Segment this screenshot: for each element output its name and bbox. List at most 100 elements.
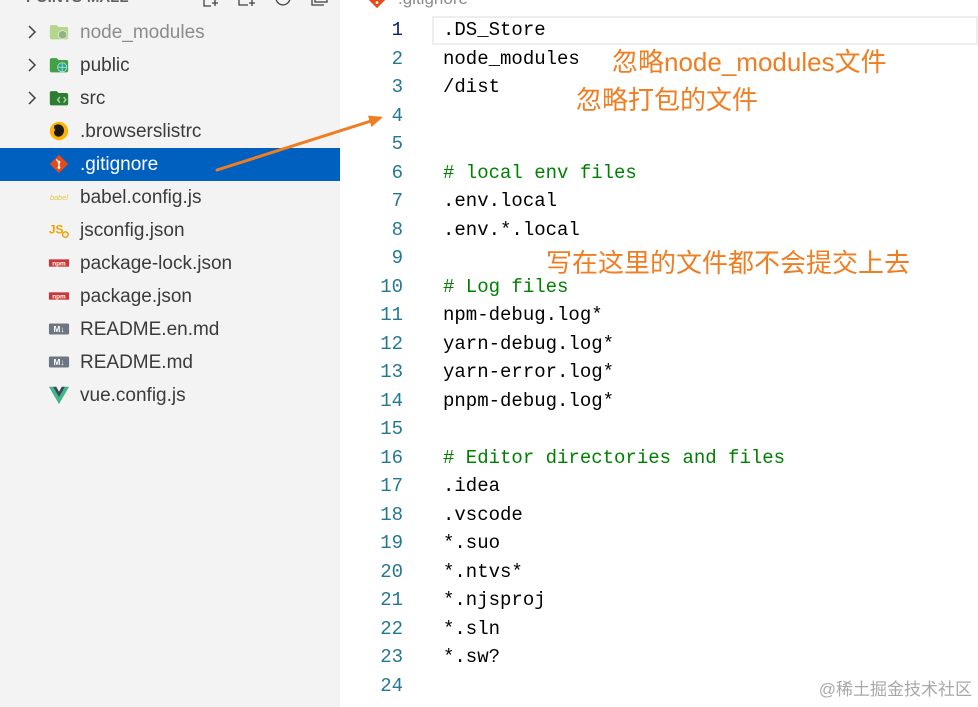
tree-item-readme-en[interactable]: M↓ README.en.md [0, 313, 340, 346]
line-number: 7 [391, 190, 403, 212]
code-line[interactable]: .vscode [443, 501, 973, 530]
code-area[interactable]: .DS_Store node_modules /dist # local env… [443, 16, 973, 700]
tree-item-vue-config[interactable]: vue.config.js [0, 379, 340, 412]
tree-item-label: .browserslistrc [80, 121, 202, 142]
new-folder-icon[interactable] [237, 0, 257, 8]
explorer-sidebar: POINTS-MALL node_modules [0, 0, 340, 707]
chevron-right-icon[interactable] [26, 90, 38, 106]
code-comment-line[interactable]: # Editor directories and files [443, 444, 973, 473]
tree-item-babel-config[interactable]: babel babel.config.js [0, 181, 340, 214]
code-line[interactable]: yarn-debug.log* [443, 330, 973, 359]
tree-item-label: vue.config.js [80, 385, 186, 406]
refresh-icon[interactable] [273, 0, 293, 8]
tree-item-label: package-lock.json [80, 253, 233, 274]
npm-icon-text: npm [52, 260, 66, 267]
git-icon [48, 153, 70, 175]
npm-icon-text: npm [52, 293, 66, 300]
line-number: 21 [380, 589, 403, 611]
babel-icon-text: babel [50, 193, 68, 202]
line-number: 18 [380, 503, 403, 526]
annotation-ignore-node-modules: 忽略node_modules文件 [612, 47, 887, 77]
annotation-not-committed: 写在这里的文件都不会提交上去 [546, 248, 911, 278]
line-number: 14 [380, 389, 403, 412]
tree-item-readme[interactable]: M↓ README.md [0, 346, 340, 379]
line-number: 9 [391, 247, 403, 269]
editor-tab-gitignore[interactable]: .gitignore [398, 0, 468, 9]
line-number: 3 [391, 76, 403, 98]
watermark: @稀土掘金技术社区 [818, 680, 972, 699]
tree-item-gitignore[interactable]: .gitignore [0, 148, 340, 181]
tree-item-browserslistrc[interactable]: .browserslistrc [0, 115, 340, 148]
code-line[interactable]: .idea [443, 472, 973, 501]
tree-item-label: node_modules [80, 22, 205, 43]
line-number: 20 [380, 560, 403, 583]
explorer-header: POINTS-MALL [0, 0, 340, 12]
line-number: 17 [380, 475, 403, 497]
line-number: 8 [391, 218, 403, 241]
chevron-down-icon[interactable] [4, 0, 18, 4]
line-number: 15 [380, 418, 403, 440]
src-folder-icon [48, 87, 70, 109]
npm-icon: npm [48, 285, 70, 307]
jsconfig-icon: JS [48, 219, 70, 241]
new-file-icon[interactable] [200, 0, 220, 8]
markdown-icon-text: M↓ [54, 325, 65, 334]
line-number: 5 [391, 133, 403, 155]
code-line[interactable]: *.sln [443, 615, 973, 644]
code-line[interactable]: .DS_Store [443, 16, 973, 45]
npm-icon: npm [48, 252, 70, 274]
chevron-right-icon[interactable] [26, 24, 38, 40]
tree-item-label: jsconfig.json [80, 220, 185, 241]
vue-icon [48, 384, 70, 406]
line-number: 22 [380, 617, 403, 640]
code-line[interactable]: yarn-error.log* [443, 358, 973, 387]
line-number: 19 [380, 532, 403, 554]
line-number: 12 [380, 332, 403, 355]
code-line[interactable]: .env.*.local [443, 216, 973, 245]
tree-item-label: babel.config.js [80, 187, 202, 208]
line-number: 6 [391, 161, 403, 184]
tree-item-label: package.json [80, 286, 192, 307]
code-line[interactable]: *.njsproj [443, 586, 973, 615]
code-line[interactable]: npm-debug.log* [443, 301, 973, 330]
line-number: 1 [391, 19, 403, 41]
tree-item-public[interactable]: public [0, 49, 340, 82]
code-line[interactable] [443, 130, 973, 159]
node-modules-folder-icon [48, 21, 70, 43]
code-line[interactable] [443, 415, 973, 444]
tree-item-src[interactable]: src [0, 82, 340, 115]
markdown-icon: M↓ [48, 351, 70, 373]
line-number: 11 [380, 304, 403, 326]
tree-item-label: README.en.md [80, 319, 220, 340]
line-number: 10 [380, 275, 403, 298]
tree-item-jsconfig[interactable]: JS jsconfig.json [0, 214, 340, 247]
line-number: 4 [391, 104, 403, 127]
code-line[interactable]: *.sw? [443, 643, 973, 672]
code-comment-line[interactable]: # local env files [443, 159, 973, 188]
annotation-ignore-build-output: 忽略打包的文件 [576, 85, 759, 115]
tree-item-label: src [80, 88, 106, 109]
explorer-title[interactable]: POINTS-MALL [26, 0, 129, 8]
tree-item-label: public [80, 55, 130, 76]
line-numbers: 1 2 3 4 5 6 7 8 9 10 11 12 13 14 15 16 1… [340, 16, 403, 700]
tree-item-package-json[interactable]: npm package.json [0, 280, 340, 313]
markdown-icon: M↓ [48, 318, 70, 340]
browserslist-icon [48, 120, 70, 142]
collapse-all-icon[interactable] [309, 0, 329, 8]
chevron-right-icon[interactable] [26, 57, 38, 73]
line-number: 13 [380, 361, 403, 383]
markdown-icon-text: M↓ [54, 358, 65, 367]
git-icon [366, 0, 388, 10]
babel-icon: babel [48, 186, 70, 208]
line-number: 16 [380, 446, 403, 469]
tree-item-label: .gitignore [80, 154, 159, 175]
tree-item-package-lock[interactable]: npm package-lock.json [0, 247, 340, 280]
line-number: 24 [380, 674, 403, 697]
code-line[interactable]: pnpm-debug.log* [443, 387, 973, 416]
code-line[interactable]: *.suo [443, 529, 973, 558]
file-tree: node_modules public src .browserslistrc … [0, 16, 340, 412]
code-line[interactable]: .env.local [443, 187, 973, 216]
tree-item-label: README.md [80, 352, 193, 373]
code-line[interactable]: *.ntvs* [443, 558, 973, 587]
tree-item-node-modules[interactable]: node_modules [0, 16, 340, 49]
